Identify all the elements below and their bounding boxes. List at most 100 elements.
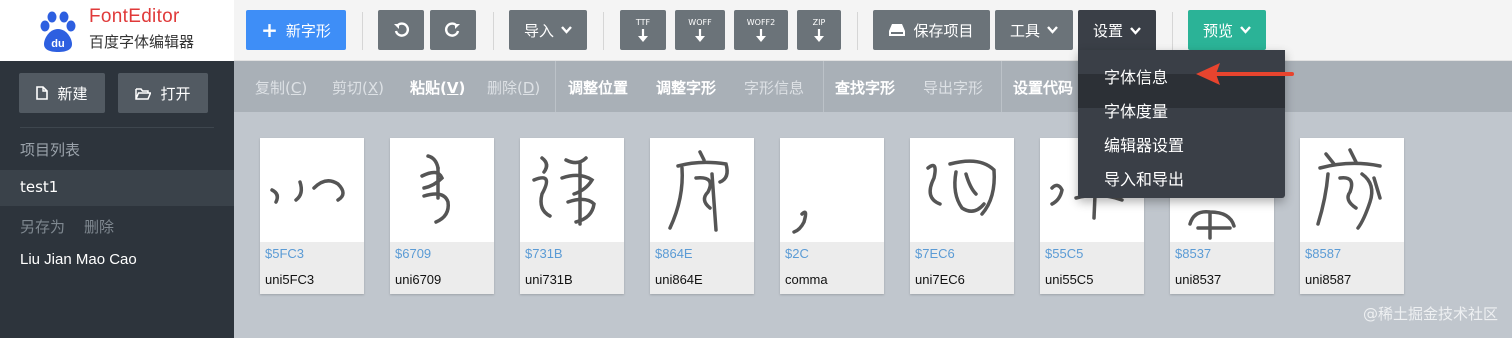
download-arrow-icon bbox=[814, 28, 824, 42]
glyph-info-action[interactable]: 字形信息 bbox=[744, 77, 804, 98]
redo-button[interactable] bbox=[430, 10, 476, 50]
glyph-name: comma bbox=[785, 272, 828, 287]
export-ttf-button[interactable]: TTF bbox=[620, 10, 666, 50]
toolbar-divider bbox=[362, 12, 363, 50]
new-project-label: 新建 bbox=[57, 84, 88, 103]
glyph-card[interactable]: $2C comma bbox=[780, 138, 884, 294]
undo-button[interactable] bbox=[378, 10, 424, 50]
export-glyph-action[interactable]: 导出字形 bbox=[923, 77, 983, 98]
menu-item-font-info[interactable]: 字体信息 bbox=[1104, 64, 1168, 88]
find-glyph-action[interactable]: 查找字形 bbox=[835, 77, 895, 98]
glyph-code: $7EC6 bbox=[915, 246, 955, 261]
menu-item-font-metrics[interactable]: 字体度量 bbox=[1104, 98, 1168, 122]
woff-label: WOFF bbox=[688, 17, 712, 27]
export-woff2-button[interactable]: WOFF2 bbox=[734, 10, 788, 50]
glyph-card[interactable]: $731B uni731B bbox=[520, 138, 624, 294]
preview-dropdown-button[interactable]: 预览 bbox=[1188, 10, 1266, 50]
save-project-label: 保存项目 bbox=[913, 21, 974, 40]
ttf-label: TTF bbox=[635, 17, 651, 27]
download-arrow-icon bbox=[756, 28, 766, 42]
open-project-button[interactable]: 打开 bbox=[118, 73, 208, 113]
glyph-name: uni6709 bbox=[395, 272, 442, 287]
baidu-paw-icon: du bbox=[40, 11, 76, 52]
export-zip-button[interactable]: ZIP bbox=[797, 10, 841, 50]
glyph-name: uni5FC3 bbox=[265, 272, 315, 287]
glyph-name: uni55C5 bbox=[1045, 272, 1094, 287]
file-icon bbox=[36, 86, 49, 100]
adjust-position-action[interactable]: 调整位置 bbox=[568, 77, 628, 98]
set-code-action[interactable]: 设置代码 bbox=[1013, 77, 1073, 98]
glyph-preview bbox=[668, 150, 729, 232]
glyph-name: uni731B bbox=[525, 272, 573, 287]
tools-dropdown-button[interactable]: 工具 bbox=[995, 10, 1073, 50]
glyph-name: uni864E bbox=[655, 272, 703, 287]
edit-toolbar-divider bbox=[823, 61, 824, 112]
new-project-button[interactable]: 新建 bbox=[19, 73, 105, 113]
glyph-preview bbox=[420, 154, 450, 224]
toolbar-divider bbox=[493, 12, 494, 50]
chevron-down-icon bbox=[1047, 26, 1058, 34]
delete-action[interactable]: 删除(D) bbox=[487, 77, 540, 98]
plus-icon: + bbox=[261, 18, 278, 42]
glyph-code: $731B bbox=[525, 246, 563, 261]
glyph-preview bbox=[792, 210, 808, 234]
woff2-label: WOFF2 bbox=[746, 17, 776, 27]
glyph-code: $6709 bbox=[395, 246, 432, 261]
toolbar-divider bbox=[603, 12, 604, 50]
adjust-glyph-action[interactable]: 调整字形 bbox=[656, 77, 716, 98]
annotation-arrow-icon bbox=[1196, 63, 1294, 85]
glyph-name: uni8587 bbox=[1305, 272, 1352, 287]
glyph-code: $864E bbox=[655, 246, 693, 261]
glyph-card[interactable]: $6709 uni6709 bbox=[390, 138, 494, 294]
glyph-card[interactable]: $864E uni864E bbox=[650, 138, 754, 294]
download-arrow-icon bbox=[638, 28, 648, 42]
sidebar-divider bbox=[20, 127, 214, 128]
app-title: FontEditor bbox=[89, 6, 180, 27]
cut-action[interactable]: 剪切(X) bbox=[332, 77, 384, 98]
glyph-card[interactable]: $8587 uni8587 bbox=[1300, 138, 1404, 294]
app-subtitle: 百度字体编辑器 bbox=[89, 33, 195, 51]
zip-label: ZIP bbox=[812, 17, 826, 27]
settings-dropdown-button[interactable]: 设置 bbox=[1078, 10, 1156, 51]
save-as-link[interactable]: 另存为 bbox=[20, 216, 65, 237]
glyph-name: uni7EC6 bbox=[915, 272, 965, 287]
project-list-header: 项目列表 bbox=[20, 141, 81, 159]
project-name[interactable]: test1 bbox=[20, 178, 58, 196]
save-project-button[interactable]: 保存项目 bbox=[873, 10, 990, 50]
folder-open-icon bbox=[135, 87, 152, 100]
project-sidebar: 新建 打开 项目列表 test1 另存为 删除 Liu Jian Mao Cao bbox=[0, 61, 234, 338]
edit-toolbar-divider bbox=[1001, 61, 1002, 112]
new-glyph-label: 新字形 bbox=[285, 21, 331, 40]
glyph-code: $5FC3 bbox=[265, 246, 305, 261]
glyph-card[interactable]: $7EC6 uni7EC6 bbox=[910, 138, 1014, 294]
glyph-preview bbox=[926, 159, 996, 216]
menu-item-editor-settings[interactable]: 编辑器设置 bbox=[1104, 132, 1184, 156]
delete-project-link[interactable]: 删除 bbox=[84, 216, 114, 237]
glyph-edit-toolbar: 复制(C) 剪切(X) 粘贴(V) 删除(D) 调整位置 调整字形 字形信息 查… bbox=[234, 61, 1512, 112]
export-woff-button[interactable]: WOFF bbox=[675, 10, 725, 50]
glyph-preview bbox=[1316, 148, 1382, 230]
open-project-label: 打开 bbox=[160, 84, 191, 103]
new-glyph-button[interactable]: + 新字形 bbox=[246, 10, 346, 50]
chevron-down-icon bbox=[1240, 26, 1251, 34]
svg-text:du: du bbox=[51, 38, 64, 50]
redo-icon bbox=[444, 22, 460, 37]
paste-action[interactable]: 粘贴(V) bbox=[410, 77, 465, 98]
glyph-code: $55C5 bbox=[1045, 246, 1084, 261]
menu-item-import-export[interactable]: 导入和导出 bbox=[1104, 166, 1184, 190]
import-label: 导入 bbox=[523, 21, 554, 40]
font-family-name: Liu Jian Mao Cao bbox=[20, 251, 137, 268]
chevron-down-icon bbox=[1130, 26, 1141, 35]
edit-toolbar-divider bbox=[555, 61, 556, 112]
toolbar-divider bbox=[857, 12, 858, 50]
watermark: @稀土掘金技术社区 bbox=[1362, 305, 1498, 323]
import-dropdown-button[interactable]: 导入 bbox=[509, 10, 587, 50]
toolbar-divider bbox=[1172, 12, 1173, 50]
copy-action[interactable]: 复制(C) bbox=[255, 77, 307, 98]
tools-label: 工具 bbox=[1009, 21, 1040, 40]
glyph-preview bbox=[532, 156, 596, 226]
glyph-preview bbox=[270, 179, 345, 204]
glyph-card[interactable]: $5FC3 uni5FC3 bbox=[260, 138, 364, 294]
preview-label: 预览 bbox=[1202, 21, 1233, 40]
download-arrow-icon bbox=[695, 28, 705, 42]
